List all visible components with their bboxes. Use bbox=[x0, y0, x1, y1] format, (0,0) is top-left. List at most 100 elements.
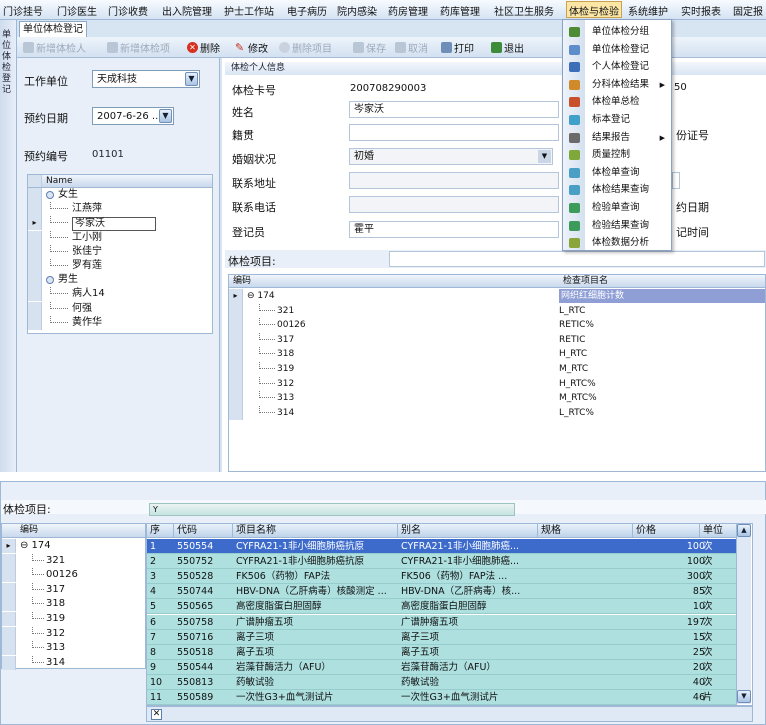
grid-row[interactable]: 00126 RETIC% bbox=[229, 318, 765, 333]
grid-row[interactable]: 313 M_RTC% bbox=[229, 391, 765, 406]
tree-node[interactable]: 男生 bbox=[28, 273, 212, 288]
dropdown-item[interactable]: 体检结果查询 bbox=[563, 181, 671, 199]
menu-item[interactable]: 院内感染 bbox=[337, 3, 377, 18]
phone-field[interactable] bbox=[349, 196, 559, 213]
item-list-row[interactable]: 11 550589 一次性G3+血气测试片 一次性G3+血气测试片 46 片 bbox=[147, 690, 737, 705]
item-list-row[interactable]: 1 550554 CYFRA21-1非小细胞肺癌抗原 CYFRA21-1非小细胞肺癌.… bbox=[147, 539, 737, 554]
print-button[interactable]: 打印 bbox=[441, 40, 474, 55]
exit-button[interactable]: 退出 bbox=[491, 40, 524, 55]
scroll-down-icon[interactable]: ▼ bbox=[737, 690, 751, 703]
dropdown-item[interactable]: 个人体检登记 bbox=[563, 58, 671, 76]
save-icon bbox=[353, 42, 364, 53]
delete-item-button[interactable]: 删除项目 bbox=[279, 40, 332, 55]
code-tree-node[interactable]: 00126 bbox=[2, 568, 145, 583]
code-tree-node[interactable]: 321 bbox=[2, 553, 145, 568]
exam-input[interactable] bbox=[389, 251, 765, 267]
code-tree-node[interactable]: 317 bbox=[2, 582, 145, 597]
grid-row[interactable]: 319 M_RTC bbox=[229, 362, 765, 377]
menu-item[interactable]: 体检与检验 bbox=[566, 1, 622, 18]
address-field[interactable] bbox=[349, 172, 559, 189]
filter-input[interactable]: Y bbox=[149, 503, 515, 516]
grid-row[interactable]: 321 L_RTC bbox=[229, 303, 765, 319]
code-tree-node[interactable]: 314 bbox=[2, 655, 145, 670]
grid-row[interactable]: 318 H_RTC bbox=[229, 347, 765, 362]
dropdown-item[interactable]: 分科体检结果 ▶ bbox=[563, 76, 671, 94]
dropdown-item[interactable]: 结果报告 ▶ bbox=[563, 129, 671, 147]
menu-item[interactable]: 社区卫生服务 bbox=[494, 3, 554, 18]
grid-row[interactable]: 317 RETIC bbox=[229, 332, 765, 348]
new-person-button[interactable]: 新增体检人 bbox=[23, 40, 86, 55]
menu-item[interactable]: 门诊收费 bbox=[108, 3, 148, 18]
close-icon[interactable]: ✕ bbox=[151, 709, 162, 720]
dropdown-item[interactable]: 检验结果查询 bbox=[563, 217, 671, 235]
dropdown-item[interactable]: 体检单查询 bbox=[563, 164, 671, 182]
menu-item[interactable]: 门诊医生 bbox=[57, 3, 97, 18]
menu-item[interactable]: 护士工作站 bbox=[224, 3, 274, 18]
code-tree-node[interactable]: 319 bbox=[2, 612, 145, 626]
document-tab[interactable]: 单位体检登记 bbox=[19, 21, 87, 37]
menu-item[interactable]: 实时报表 bbox=[681, 3, 721, 18]
origin-field[interactable] bbox=[349, 124, 559, 141]
tree-node[interactable]: 张佳宁 bbox=[28, 244, 212, 259]
collapse-icon[interactable] bbox=[46, 191, 54, 199]
new-project-button[interactable]: 新增体检项 bbox=[107, 40, 170, 55]
dropdown-item[interactable]: 体检单总检 bbox=[563, 93, 671, 111]
item-list-row[interactable]: 10 550813 药敏试验 药敏试验 40 次 bbox=[147, 674, 737, 690]
scroll-up-icon[interactable]: ▲ bbox=[737, 524, 751, 537]
item-list-row[interactable]: 6 550758 广谱肿瘤五项 广谱肿瘤五项 197 次 bbox=[147, 614, 737, 630]
menu-item[interactable]: 药房管理 bbox=[388, 3, 428, 18]
item-list-cell: 85 bbox=[692, 586, 705, 598]
item-list-row[interactable]: 7 550716 离子三项 离子三项 15 次 bbox=[147, 629, 737, 645]
tree-node[interactable]: 工小刚 bbox=[28, 230, 212, 245]
registrar-field[interactable]: 霍平 bbox=[349, 221, 559, 238]
save-button[interactable]: 保存 bbox=[353, 40, 386, 55]
chevron-down-icon[interactable]: ▼ bbox=[538, 150, 551, 163]
chevron-down-icon[interactable]: ▼ bbox=[185, 72, 198, 86]
menu-item[interactable]: 电子病历 bbox=[287, 3, 327, 18]
chevron-down-icon[interactable]: ▼ bbox=[159, 109, 172, 123]
vertical-scrollbar[interactable]: ▲ ▼ bbox=[736, 524, 751, 704]
unit-select[interactable]: 天成科技 ▼ bbox=[92, 70, 200, 88]
tree-node[interactable]: ▸ 岑家沃 bbox=[28, 216, 212, 232]
code-tree-node[interactable]: ▸ ⊖ 174 bbox=[2, 539, 145, 553]
delete-button[interactable]: ✕ 删除 bbox=[187, 40, 220, 55]
item-list-row[interactable]: 5 550565 高密度脂蛋白胆固醇 高密度脂蛋白胆固醇 10 次 bbox=[147, 599, 737, 615]
grid-row[interactable]: 312 H_RTC% bbox=[229, 376, 765, 392]
menu-item[interactable]: 出入院管理 bbox=[162, 3, 212, 18]
collapse-icon[interactable] bbox=[46, 276, 54, 285]
dropdown-item[interactable]: 体检数据分析 bbox=[563, 234, 671, 252]
code-tree-node[interactable]: 318 bbox=[2, 597, 145, 612]
grid-row[interactable]: 314 L_RTC% bbox=[229, 405, 765, 421]
item-list-row[interactable]: 8 550518 离子五项 离子五项 25 次 bbox=[147, 644, 737, 660]
side-tab[interactable]: 单位体检登记 bbox=[0, 20, 17, 472]
name-field[interactable]: 岑家沃 bbox=[349, 101, 559, 118]
menu-item[interactable]: 药库管理 bbox=[440, 3, 480, 18]
tree-node[interactable]: 罗有莲 bbox=[28, 259, 212, 273]
dropdown-item[interactable]: 标本登记 bbox=[563, 111, 671, 129]
item-list-row[interactable]: 9 550544 岩藻苷酶活力（AFU） 岩藻苷酶活力（AFU） 20 次 bbox=[147, 659, 737, 675]
dropdown-item[interactable]: 单位体检登记 bbox=[563, 41, 671, 59]
item-list-row[interactable]: 2 550752 CYFRA21-1非小细胞肺癌抗原 CYFRA21-1非小细胞肺癌.… bbox=[147, 554, 737, 570]
tree-node[interactable]: 病人14 bbox=[28, 287, 212, 302]
dropdown-item[interactable]: 质量控制 bbox=[563, 146, 671, 164]
code-tree-node[interactable]: 313 bbox=[2, 641, 145, 656]
cancel-button[interactable]: 取消 bbox=[395, 40, 428, 55]
date-picker[interactable]: 2007-6-26 ... ▼ bbox=[92, 107, 174, 125]
tree-node[interactable]: 江燕萍 bbox=[28, 202, 212, 217]
menu-item[interactable]: 门诊挂号 bbox=[3, 3, 43, 18]
menu-item[interactable]: 固定报 bbox=[733, 3, 763, 18]
dropdown-item[interactable]: 单位体检分组 bbox=[563, 23, 671, 41]
tree-node[interactable]: 何强 bbox=[28, 301, 212, 316]
info-fragment-field[interactable] bbox=[672, 172, 680, 189]
code-tree-node[interactable]: 312 bbox=[2, 626, 145, 641]
grid-row[interactable]: ▸ ⊖ 174 网织红细胞计数 bbox=[229, 289, 765, 304]
dropdown-item[interactable]: 检验单查询 bbox=[563, 199, 671, 217]
marital-select[interactable]: 初婚 ▼ bbox=[349, 148, 553, 165]
item-list-row[interactable]: 3 550528 FK506（药物）FAP法 FK506（药物）FAP法 ... 300… bbox=[147, 569, 737, 585]
menu-item[interactable]: 系统维护 bbox=[628, 3, 668, 18]
code-tree-label: ⊖ 174 bbox=[20, 540, 51, 551]
tree-node[interactable]: 女生 bbox=[28, 188, 212, 202]
item-list-row[interactable]: 4 550744 HBV-DNA（乙肝病毒）核酸测定 ... HBV-DNA（乙肝病毒… bbox=[147, 584, 737, 600]
edit-button[interactable]: ✎ 修改 bbox=[235, 40, 268, 55]
tree-node[interactable]: 黄作华 bbox=[28, 315, 212, 330]
